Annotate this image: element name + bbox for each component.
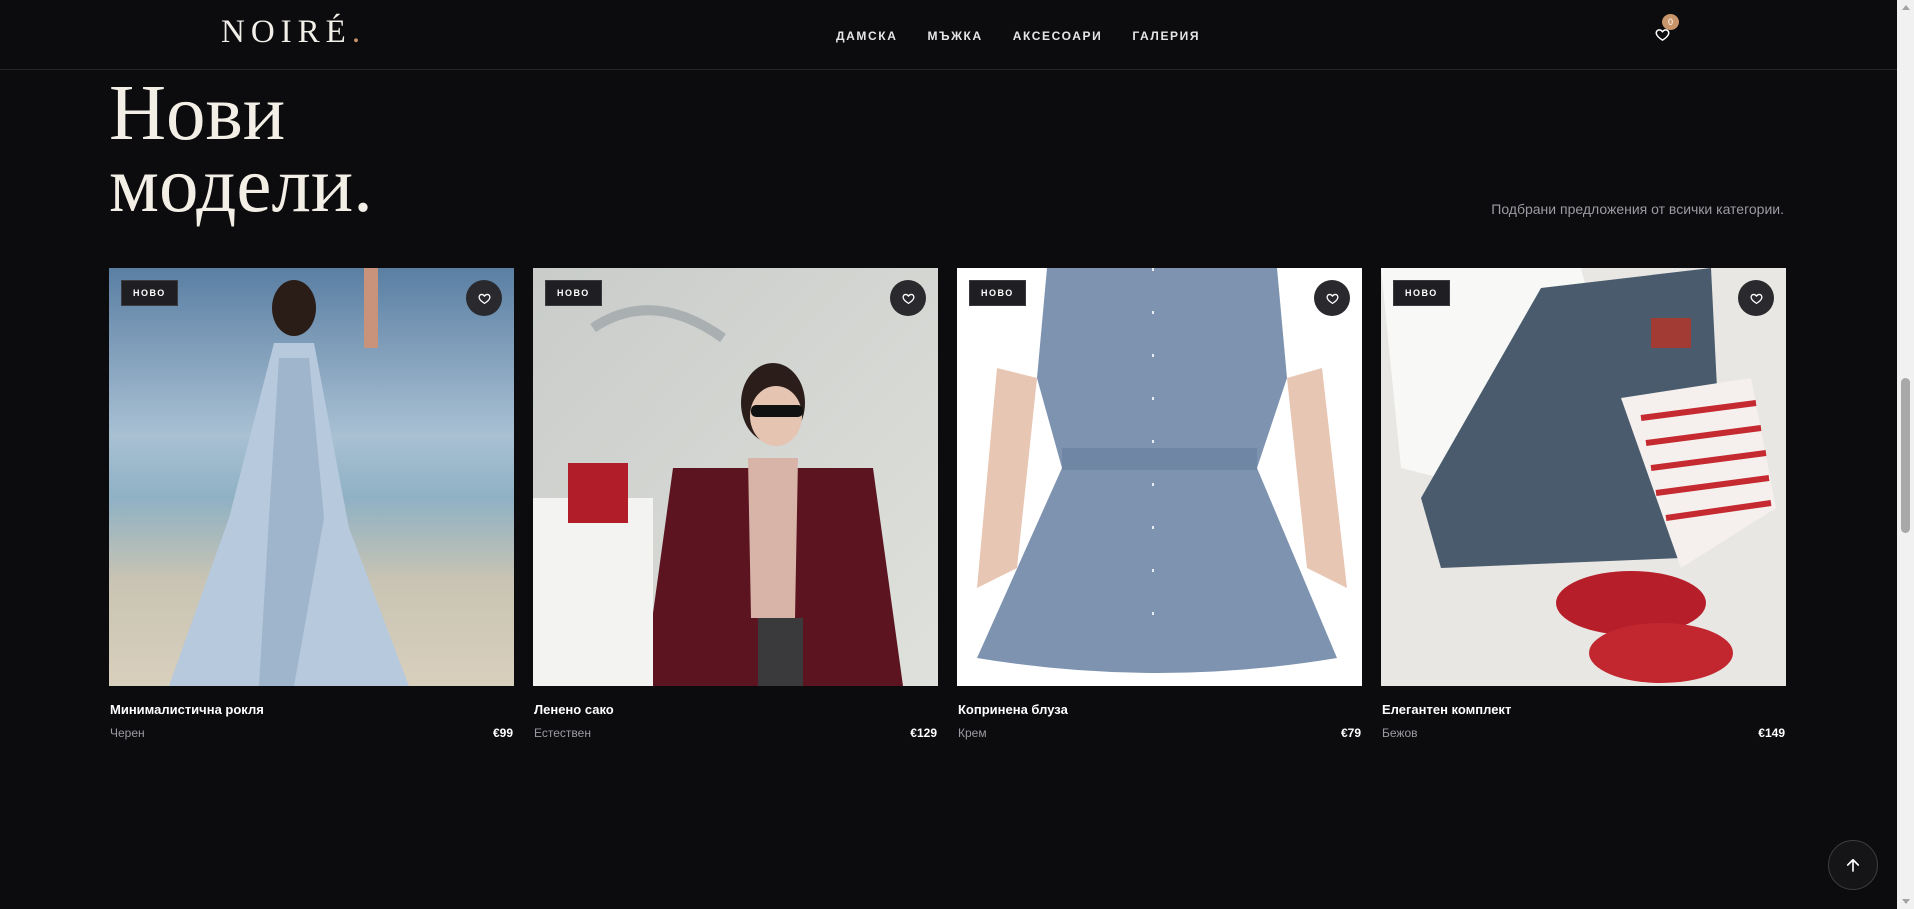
main-nav: ДАМСКА МЪЖКА АКСЕСОАРИ ГАЛЕРИЯ: [836, 29, 1200, 43]
scrollbar-thumb[interactable]: [1901, 378, 1910, 533]
favorite-button[interactable]: [1738, 280, 1774, 316]
product-price: €149: [1758, 726, 1785, 740]
scroll-up-arrow-icon[interactable]: [1902, 5, 1910, 10]
product-card[interactable]: НОВО Елегантен комплект Бежов €149: [1381, 268, 1786, 740]
favorite-button[interactable]: [890, 280, 926, 316]
product-name[interactable]: Ленено сако: [534, 702, 938, 717]
product-grid: НОВО Минималистична рокля Черен €99 НОВО…: [109, 268, 1786, 740]
product-color: Крем: [958, 726, 987, 740]
product-color: Естествен: [534, 726, 591, 740]
coat-photo: [533, 268, 938, 686]
heart-icon: [477, 293, 491, 304]
product-image[interactable]: НОВО: [109, 268, 514, 686]
product-color: Бежов: [1382, 726, 1418, 740]
section-subtitle: Подбрани предложения от всички категории…: [1491, 201, 1784, 217]
beach-dress-photo: [109, 268, 514, 686]
heart-icon: [1749, 293, 1763, 304]
product-card[interactable]: НОВО Ленено сако Естествен €129: [533, 268, 938, 740]
product-image[interactable]: НОВО: [957, 268, 1362, 686]
new-badge: НОВО: [969, 280, 1026, 306]
product-meta: Черен €99: [110, 726, 513, 740]
product-price: €79: [1340, 726, 1361, 740]
product-name[interactable]: Копринена блуза: [958, 702, 1362, 717]
product-image[interactable]: НОВО: [1381, 268, 1786, 686]
site-header: NOIRÉ. ДАМСКА МЪЖКА АКСЕСОАРИ ГАЛЕРИЯ 0: [0, 0, 1897, 70]
nav-item-men[interactable]: МЪЖКА: [927, 29, 982, 43]
product-name[interactable]: Елегантен комплект: [1382, 702, 1786, 717]
product-price: €129: [910, 726, 937, 740]
favorite-button[interactable]: [1314, 280, 1350, 316]
product-price: €99: [492, 726, 513, 740]
nav-item-gallery[interactable]: ГАЛЕРИЯ: [1132, 29, 1200, 43]
heart-icon: [901, 293, 915, 304]
new-badge: НОВО: [545, 280, 602, 306]
nav-item-women[interactable]: ДАМСКА: [836, 29, 897, 43]
new-badge: НОВО: [121, 280, 178, 306]
favorite-button[interactable]: [466, 280, 502, 316]
product-card[interactable]: НОВО Минималистична рокля Черен €99: [109, 268, 514, 740]
outfit-flatlay-photo: [1381, 268, 1786, 686]
product-meta: Естествен €129: [534, 726, 937, 740]
nav-item-accessories[interactable]: АКСЕСОАРИ: [1013, 29, 1103, 43]
scroll-down-arrow-icon[interactable]: [1902, 899, 1910, 904]
product-image[interactable]: НОВО: [533, 268, 938, 686]
back-to-top-button[interactable]: [1828, 840, 1878, 890]
product-meta: Бежов €149: [1382, 726, 1785, 740]
arrow-up-icon: [1846, 858, 1860, 872]
section-title: Нови модели.: [109, 70, 373, 229]
product-color: Черен: [110, 726, 145, 740]
new-badge: НОВО: [1393, 280, 1450, 306]
page-scrollbar[interactable]: [1897, 0, 1914, 909]
wishlist-count-badge: 0: [1662, 14, 1679, 30]
product-card[interactable]: НОВО Копринена блуза Крем €79: [957, 268, 1362, 740]
heart-icon: [1325, 293, 1339, 304]
denim-dress-photo: [957, 268, 1362, 686]
product-meta: Крем €79: [958, 726, 1361, 740]
brand-logo[interactable]: NOIRÉ.: [221, 14, 366, 51]
product-name[interactable]: Минималистична рокля: [110, 702, 514, 717]
